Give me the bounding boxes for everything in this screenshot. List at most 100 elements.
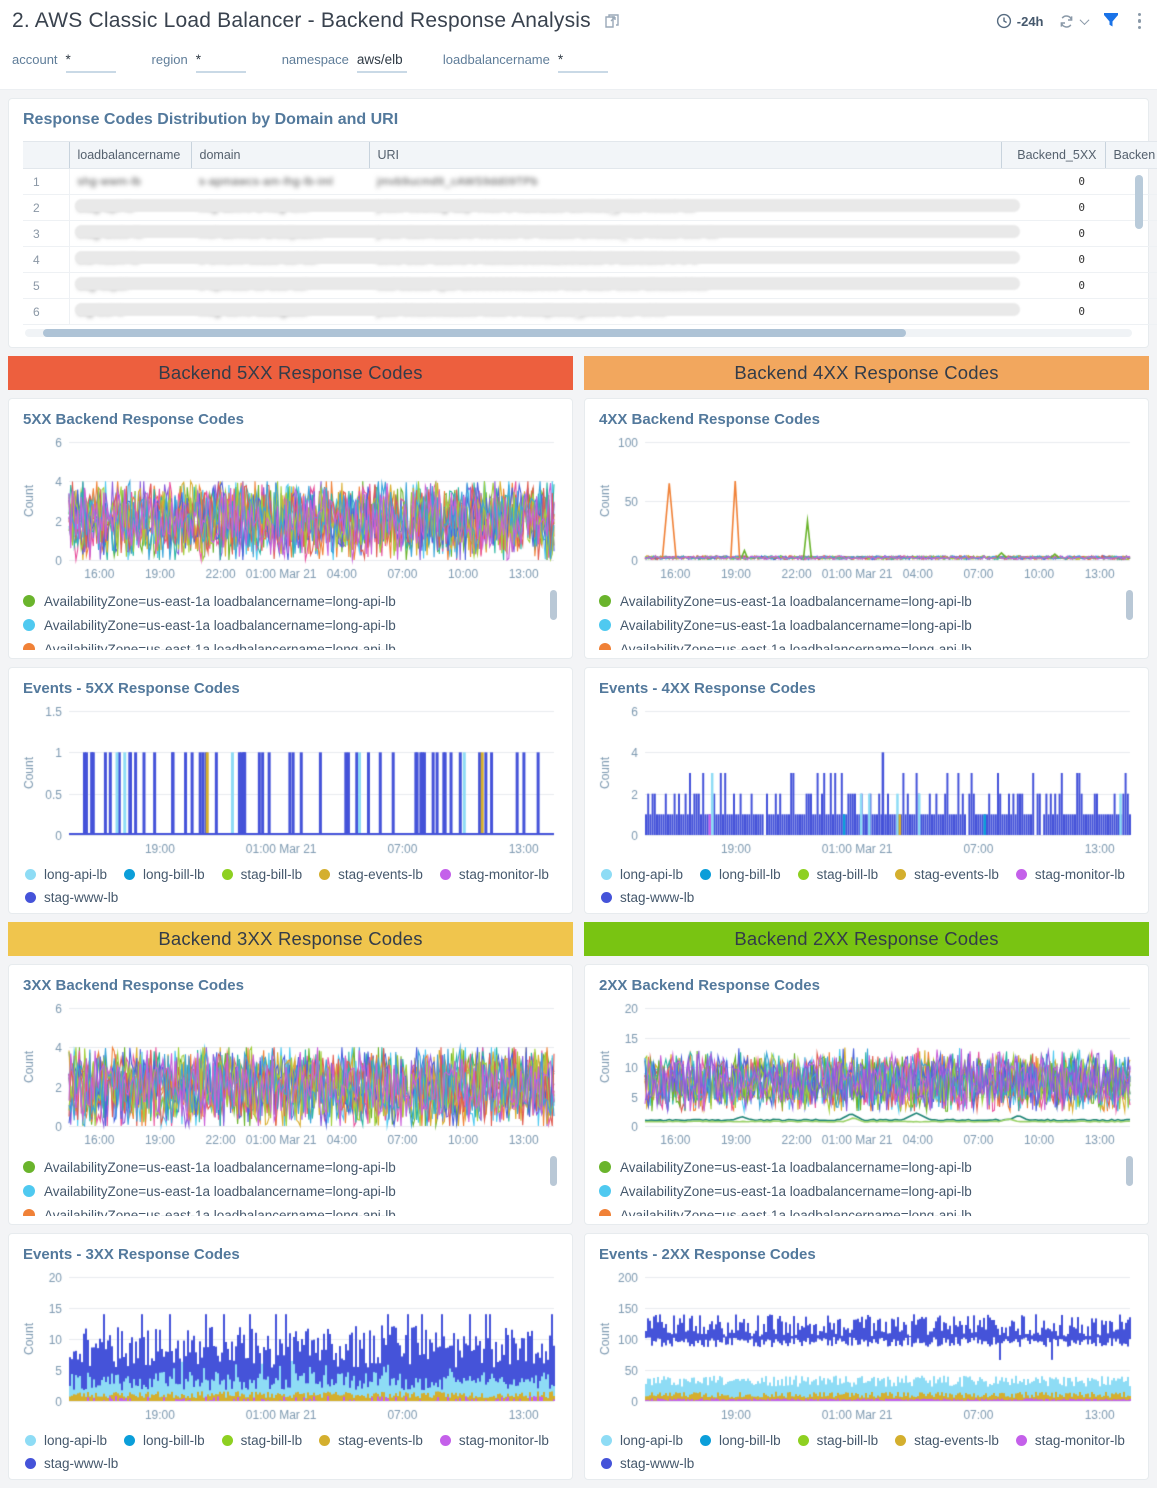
cell-uri: bsvb-bssr-dssms-9-9d9ss9Os99dLsCssiss-9-… bbox=[369, 247, 1001, 273]
legend-item[interactable]: stag-events-lb bbox=[319, 867, 423, 882]
legend-item[interactable]: stag-monitor-lb bbox=[1016, 867, 1125, 882]
legend-item[interactable]: AvailabilityZone=us-east-1a loadbalancer… bbox=[599, 640, 1134, 650]
legend-dot bbox=[319, 869, 330, 880]
legend-item[interactable]: long-api-lb bbox=[601, 867, 683, 882]
legend-item[interactable]: stag-www-lb bbox=[601, 890, 694, 905]
legend-item[interactable]: long-api-lb bbox=[25, 1433, 107, 1448]
legend-item[interactable]: long-bill-lb bbox=[700, 867, 781, 882]
chart-3xx-backend[interactable] bbox=[23, 998, 560, 1150]
legend-item[interactable]: long-api-lb bbox=[601, 1433, 683, 1448]
filter-loadbalancername[interactable]: loadbalancername * bbox=[443, 52, 608, 73]
chart-legend: long-api-lb long-bill-lb stag-bill-lb stag-… bbox=[23, 1433, 558, 1471]
legend-label: long-bill-lb bbox=[719, 1433, 781, 1448]
legend-item[interactable]: stag-www-lb bbox=[25, 890, 118, 905]
legend-item[interactable]: AvailabilityZone=us-east-1a loadbalancer… bbox=[599, 616, 1134, 634]
legend-item[interactable]: stag-bill-lb bbox=[798, 867, 879, 882]
table-horizontal-scrollbar[interactable] bbox=[25, 329, 1132, 337]
legend-dot bbox=[23, 595, 35, 607]
legend-item[interactable]: long-bill-lb bbox=[124, 1433, 205, 1448]
chart-title: 2XX Backend Response Codes bbox=[599, 977, 1134, 994]
cell-backend-5xx: 0 bbox=[1001, 169, 1105, 195]
refresh-control[interactable] bbox=[1058, 13, 1088, 30]
filter-icon[interactable] bbox=[1102, 12, 1120, 30]
cell-uri: jmvb9ucmd9_cAWS9dd09TPb bbox=[369, 169, 1001, 195]
column-header-loadbalancername[interactable]: loadbalancername bbox=[69, 142, 191, 169]
table-row[interactable]: 6stg-bsi-9msg-ssrrs-ssbsgsssrjsbs-99ss99… bbox=[23, 299, 1157, 325]
legend-item[interactable]: stag-events-lb bbox=[895, 1433, 999, 1448]
banner-label: Backend 2XX Response Codes bbox=[734, 928, 998, 950]
legend-scrollbar[interactable] bbox=[550, 590, 557, 620]
legend-item[interactable]: long-bill-lb bbox=[124, 867, 205, 882]
legend-label: stag-monitor-lb bbox=[459, 867, 549, 882]
legend-item[interactable]: stag-www-lb bbox=[25, 1456, 118, 1471]
legend-dot bbox=[23, 1185, 35, 1197]
chart-5xx-backend[interactable] bbox=[23, 432, 560, 584]
panel-events-4xx: Events - 4XX Response Codes long-api-lbl… bbox=[584, 667, 1149, 914]
table-row[interactable]: 3stag-asds-lbmsi-aermss-ardsijsasmjmss-d… bbox=[23, 221, 1157, 247]
cell-domain: s-apmawcs-am-lhg-lb-iml bbox=[191, 169, 369, 195]
table-row[interactable]: 1shg-wwm-lbs-apmawcs-am-lhg-lb-imljmvb9u… bbox=[23, 169, 1157, 195]
filter-namespace[interactable]: namespace aws/elb bbox=[282, 52, 407, 73]
chart-legend: AvailabilityZone=us-east-1a loadbalancer… bbox=[599, 1152, 1134, 1216]
table-row[interactable]: 5ssg-sspbls-spmsss-ss-bss-sslssd-bbssd-s… bbox=[23, 273, 1157, 299]
column-header-uri[interactable]: URI bbox=[369, 142, 1001, 169]
legend-label: AvailabilityZone=us-east-1a loadbalancer… bbox=[620, 1184, 972, 1199]
time-range-control[interactable]: -24h bbox=[996, 13, 1044, 29]
filter-value-input[interactable]: aws/elb bbox=[357, 52, 407, 73]
row-number: 6 bbox=[23, 299, 69, 325]
filter-value-input[interactable]: * bbox=[196, 52, 246, 73]
legend-item[interactable]: AvailabilityZone=us-east-1a loadbalancer… bbox=[599, 1182, 1134, 1200]
legend-item[interactable]: stag-bill-lb bbox=[798, 1433, 879, 1448]
filter-account[interactable]: account * bbox=[12, 52, 116, 73]
legend-item[interactable]: AvailabilityZone=us-east-1a loadbalancer… bbox=[23, 640, 558, 650]
legend-item[interactable]: AvailabilityZone=us-east-1a loadbalancer… bbox=[599, 1206, 1134, 1216]
legend-item[interactable]: long-api-lb bbox=[25, 867, 107, 882]
legend-label: stag-events-lb bbox=[338, 867, 423, 882]
share-icon[interactable] bbox=[603, 12, 621, 30]
legend-item[interactable]: AvailabilityZone=us-east-1a loadbalancer… bbox=[23, 592, 558, 610]
filter-value-input[interactable]: * bbox=[66, 52, 116, 73]
legend-item[interactable]: AvailabilityZone=us-east-1a loadbalancer… bbox=[23, 1158, 558, 1176]
legend-item[interactable]: stag-www-lb bbox=[601, 1456, 694, 1471]
filter-region[interactable]: region * bbox=[152, 52, 246, 73]
legend-item[interactable]: stag-monitor-lb bbox=[440, 1433, 549, 1448]
more-menu-icon[interactable] bbox=[1134, 11, 1146, 32]
legend-item[interactable]: stag-monitor-lb bbox=[440, 867, 549, 882]
legend-scrollbar[interactable] bbox=[1126, 590, 1133, 620]
legend-item[interactable]: AvailabilityZone=us-east-1a loadbalancer… bbox=[23, 1206, 558, 1216]
panel-title: Response Codes Distribution by Domain an… bbox=[23, 111, 1134, 129]
legend-item[interactable]: stag-monitor-lb bbox=[1016, 1433, 1125, 1448]
chart-events-5xx[interactable] bbox=[23, 701, 560, 859]
scrollbar-thumb[interactable] bbox=[43, 329, 906, 337]
legend-scrollbar[interactable] bbox=[1126, 1156, 1133, 1186]
legend-item[interactable]: stag-bill-lb bbox=[222, 867, 303, 882]
legend-label: AvailabilityZone=us-east-1a loadbalancer… bbox=[620, 1160, 972, 1175]
legend-label: AvailabilityZone=us-east-1a loadbalancer… bbox=[620, 1208, 972, 1217]
cell-backend-4xx bbox=[1105, 221, 1157, 247]
chart-events-4xx[interactable] bbox=[599, 701, 1136, 859]
chart-4xx-backend[interactable] bbox=[599, 432, 1136, 584]
legend-item[interactable]: AvailabilityZone=us-east-1a loadbalancer… bbox=[599, 1158, 1134, 1176]
table-row[interactable]: 4sta-nssm-lbs-smsrm-ssdss-ssl-sslbsvb-bs… bbox=[23, 247, 1157, 273]
cell-domain: s-spmsss-ss-bss-ssl bbox=[191, 273, 369, 299]
legend-item[interactable]: stag-events-lb bbox=[319, 1433, 423, 1448]
legend-item[interactable]: AvailabilityZone=us-east-1a loadbalancer… bbox=[23, 616, 558, 634]
filter-label: region bbox=[152, 52, 188, 67]
filter-value-input[interactable]: * bbox=[558, 52, 608, 73]
table-row[interactable]: 2stag-api-lbmig-aecrs-a-hcg-lcmjvbsv-cow… bbox=[23, 195, 1157, 221]
chart-events-3xx[interactable] bbox=[23, 1267, 560, 1425]
chart-2xx-backend[interactable] bbox=[599, 998, 1136, 1150]
legend-label: AvailabilityZone=us-east-1a loadbalancer… bbox=[44, 618, 396, 633]
table-vertical-scrollbar[interactable] bbox=[1135, 175, 1143, 229]
legend-item[interactable]: stag-bill-lb bbox=[222, 1433, 303, 1448]
column-header-backend-4xx[interactable]: Backen bbox=[1105, 142, 1157, 169]
legend-item[interactable]: stag-events-lb bbox=[895, 867, 999, 882]
table-header-row: loadbalancername domain URI Backend_5XX … bbox=[23, 142, 1157, 169]
column-header-backend-5xx[interactable]: Backend_5XX bbox=[1001, 142, 1105, 169]
legend-scrollbar[interactable] bbox=[550, 1156, 557, 1186]
legend-item[interactable]: AvailabilityZone=us-east-1a loadbalancer… bbox=[23, 1182, 558, 1200]
chart-events-2xx[interactable] bbox=[599, 1267, 1136, 1425]
column-header-domain[interactable]: domain bbox=[191, 142, 369, 169]
legend-item[interactable]: long-bill-lb bbox=[700, 1433, 781, 1448]
legend-item[interactable]: AvailabilityZone=us-east-1a loadbalancer… bbox=[599, 592, 1134, 610]
